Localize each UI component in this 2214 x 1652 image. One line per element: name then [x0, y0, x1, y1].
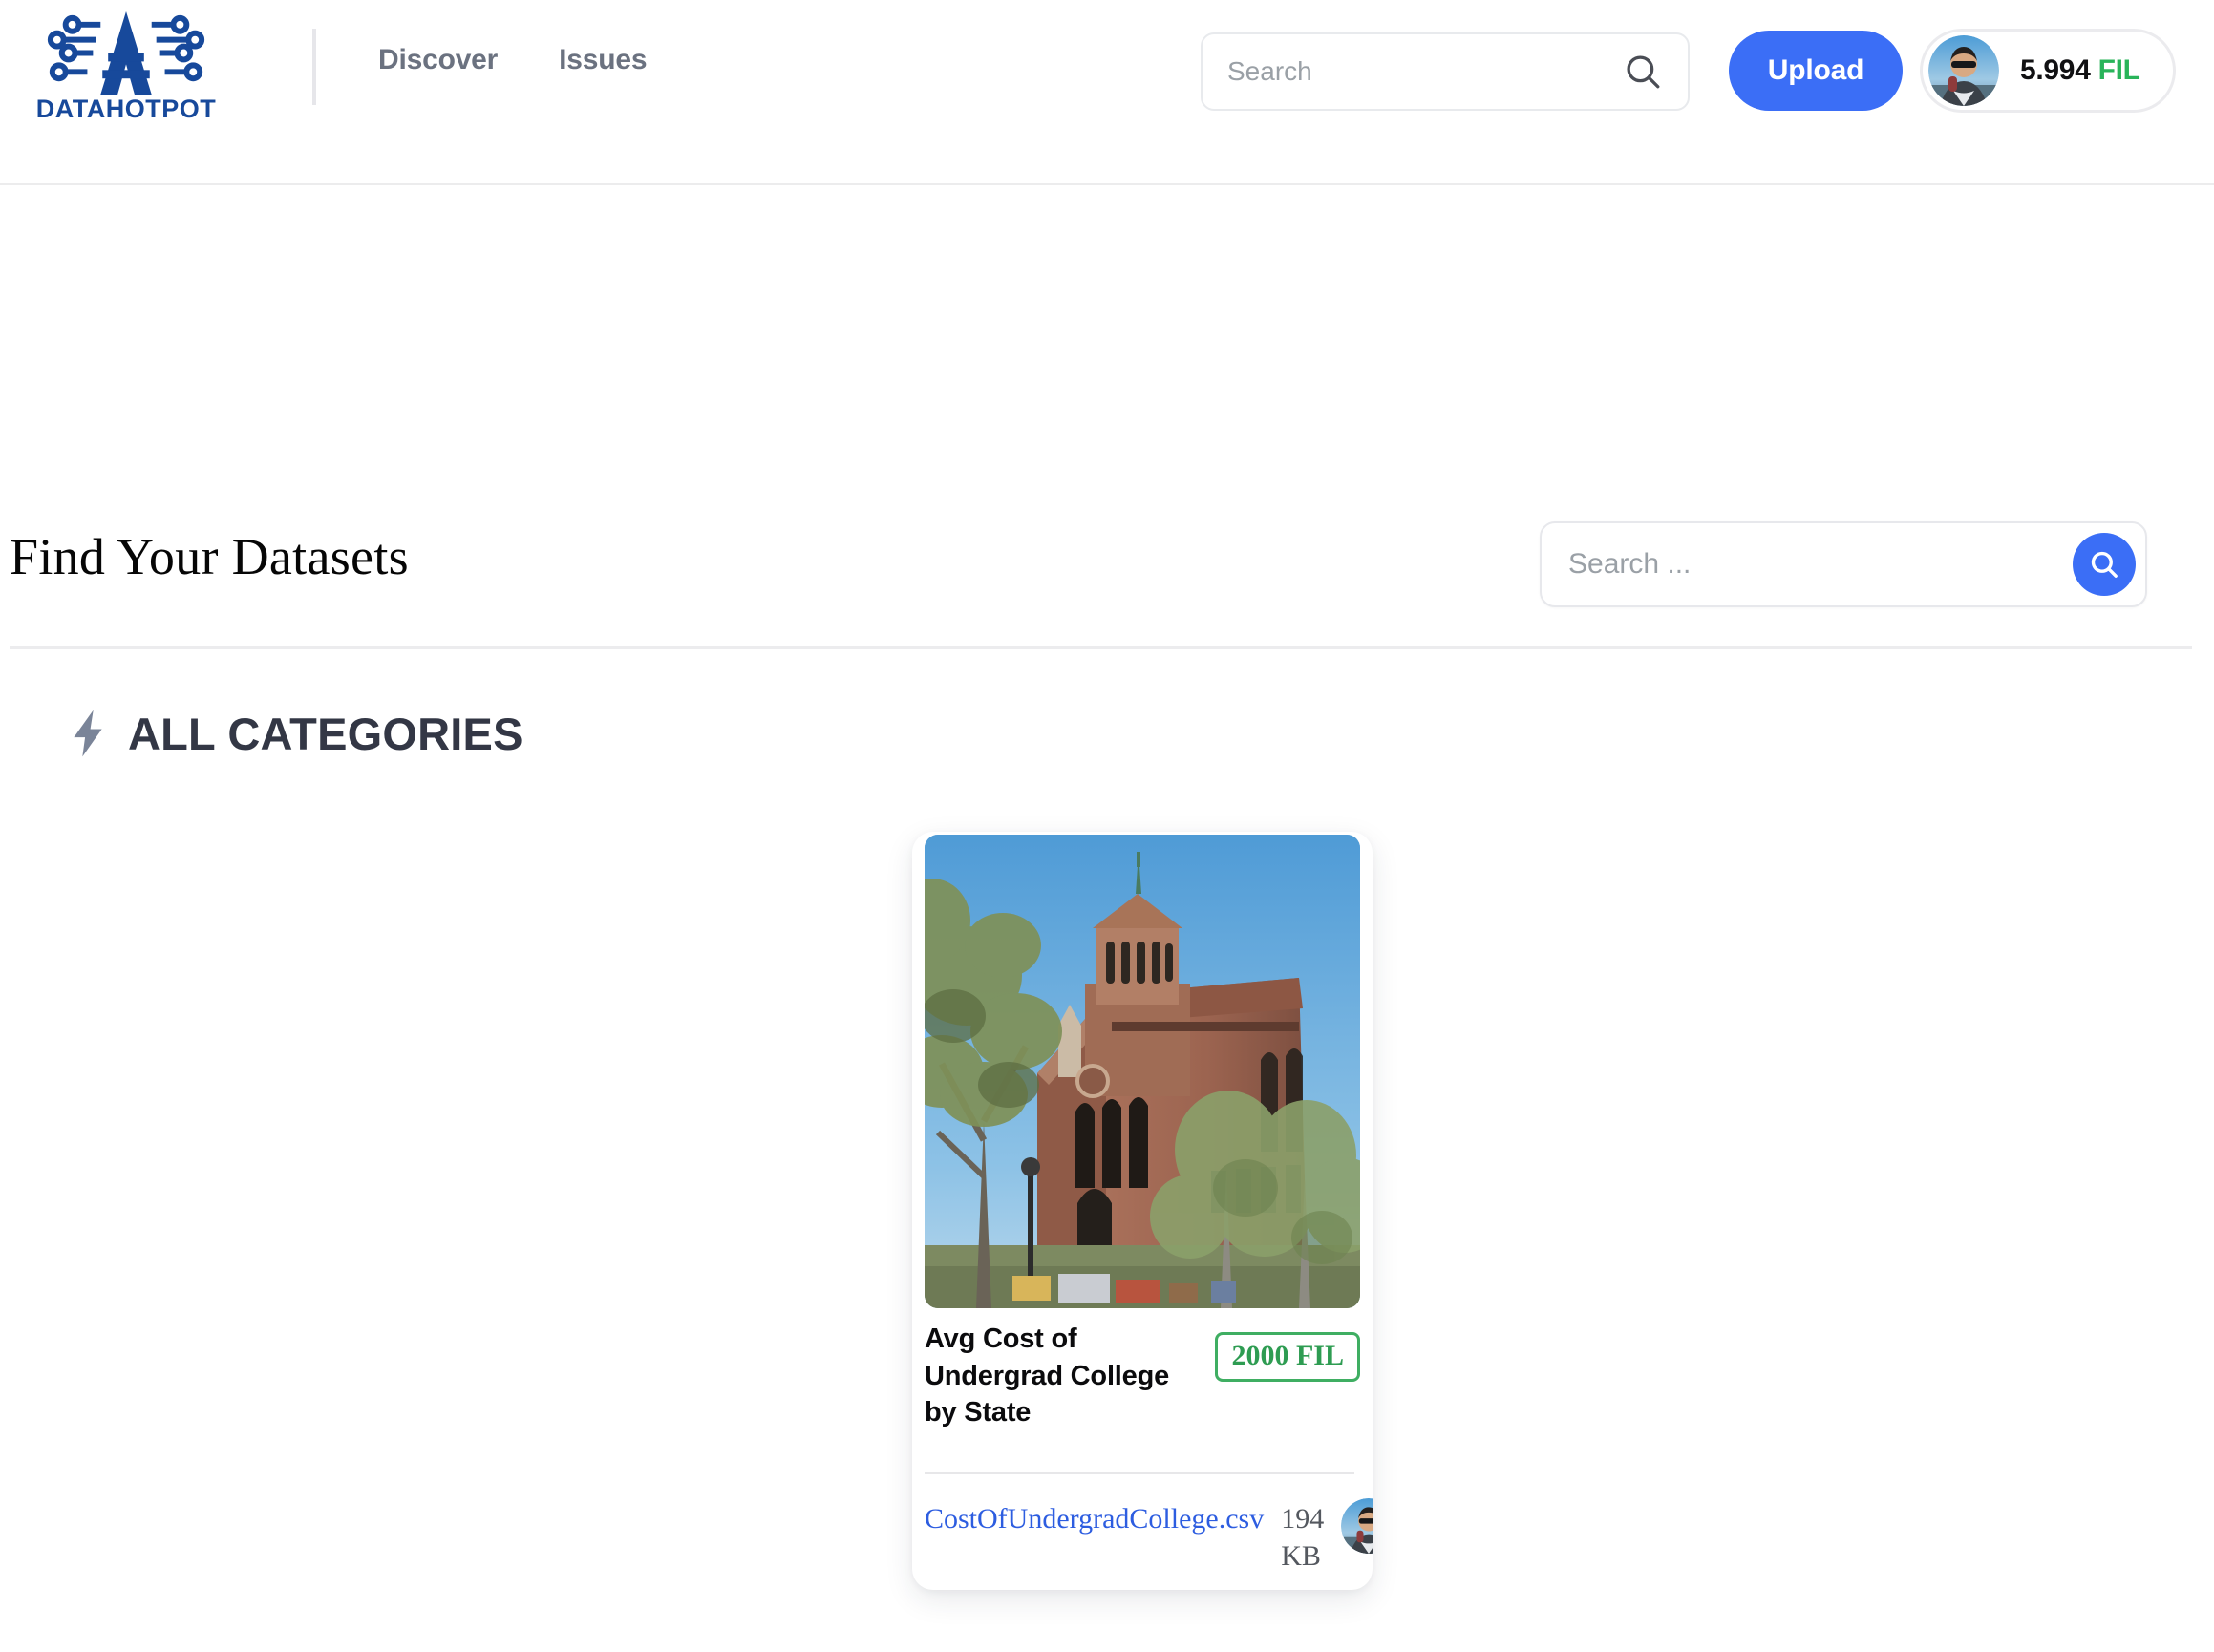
circuit-a-logo-icon	[47, 11, 205, 95]
header-divider	[312, 29, 316, 105]
wallet-balance: 5.994 FIL	[2020, 54, 2140, 87]
header-search-input[interactable]	[1227, 56, 1623, 87]
wallet-chip[interactable]: 5.994 FIL	[1920, 29, 2176, 113]
card-header: Avg Cost of Undergrad College by State 2…	[925, 1321, 1360, 1431]
lightning-bolt-icon	[74, 710, 102, 757]
dataset-search[interactable]	[1540, 521, 2147, 607]
content-divider	[10, 646, 2192, 649]
dataset-file-size: 194 KB	[1281, 1503, 1325, 1572]
upload-button[interactable]: Upload	[1729, 31, 1903, 111]
dataset-title: Avg Cost of Undergrad College by State	[925, 1324, 1170, 1429]
card-divider	[925, 1472, 1354, 1474]
nav-link-discover[interactable]: Discover	[378, 44, 498, 76]
main-navigation: Discover Issues	[378, 44, 648, 76]
dataset-card[interactable]: Avg Cost of Undergrad College by State 2…	[912, 832, 1373, 1590]
logo-text: DATAHOTPOT	[35, 95, 217, 123]
logo[interactable]: DATAHOTPOT	[36, 8, 216, 124]
section-header: ALL CATEGORIES	[0, 709, 2214, 758]
dataset-search-input[interactable]	[1568, 548, 2073, 581]
dataset-file-link[interactable]: CostOfUndergradCollege.csv	[925, 1500, 1264, 1537]
dataset-search-button[interactable]	[2073, 533, 2136, 596]
header-search[interactable]	[1201, 32, 1690, 111]
find-datasets-row: Find Your Datasets	[0, 521, 2214, 649]
wallet-currency: FIL	[2097, 54, 2140, 86]
section-title: ALL CATEGORIES	[128, 708, 523, 759]
search-icon[interactable]	[1623, 52, 1663, 92]
wallet-balance-value: 5.994	[2020, 54, 2091, 86]
page-title: Find Your Datasets	[10, 528, 409, 585]
app-header: DATAHOTPOT Discover Issues Upload	[0, 0, 2214, 185]
dataset-thumbnail	[925, 835, 1360, 1308]
nav-link-issues[interactable]: Issues	[559, 44, 647, 76]
user-avatar	[1928, 35, 1999, 106]
card-footer: CostOfUndergradCollege.csv 194 KB	[925, 1498, 1373, 1575]
section-all-categories: ALL CATEGORIES	[0, 709, 2214, 758]
dataset-owner-avatar[interactable]	[1341, 1498, 1373, 1554]
search-icon	[2091, 551, 2118, 578]
price-badge: 2000 FIL	[1215, 1332, 1360, 1382]
